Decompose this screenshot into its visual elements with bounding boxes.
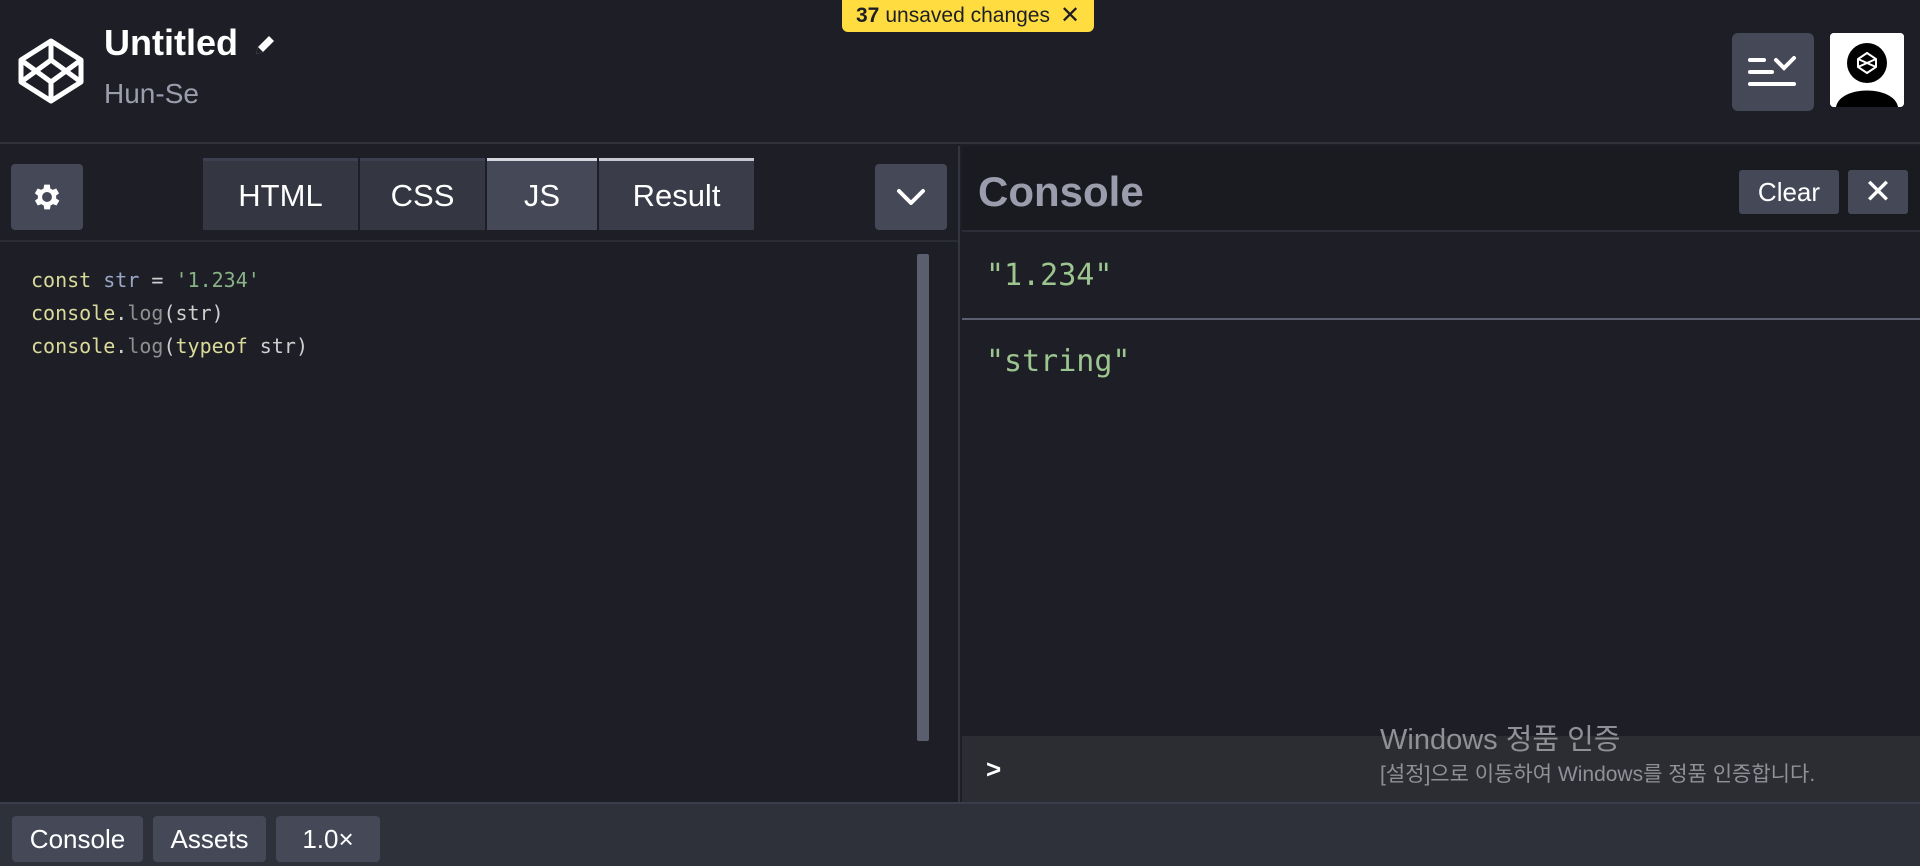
tab-html[interactable]: HTML — [203, 158, 358, 230]
tab-result[interactable]: Result — [599, 158, 754, 230]
console-header: Console Clear ✕ — [962, 146, 1920, 232]
footer-bar: Console Assets 1.0× — [0, 802, 1920, 866]
close-console-button[interactable]: ✕ — [1848, 170, 1908, 214]
code-token: ( — [163, 301, 176, 325]
console-pane: Console Clear ✕ "1.234" "string" > Windo… — [962, 146, 1920, 802]
app-root: Untitled Hun-Se 37 unsaved changes ✕ HTM… — [0, 0, 1920, 866]
close-icon[interactable]: ✕ — [1060, 0, 1080, 32]
code-token: ) — [295, 334, 308, 358]
console-toggle-button[interactable]: Console — [12, 816, 143, 862]
console-prompt: > — [986, 754, 1002, 784]
code-line: console.log(typeof str) — [31, 330, 308, 363]
code-token: typeof — [175, 334, 248, 358]
code-token: = — [139, 268, 176, 292]
code-token: console — [31, 334, 116, 358]
js-editor-pane: HTML CSS JS Result const str = '1.234' co… — [0, 146, 960, 802]
unsaved-label: unsaved changes — [885, 4, 1050, 27]
code-editor[interactable]: const str = '1.234' console.log(str) conso… — [31, 264, 308, 363]
author-name[interactable]: Hun-Se — [104, 78, 199, 110]
pencil-icon[interactable] — [252, 32, 278, 58]
pen-title[interactable]: Untitled — [104, 22, 238, 64]
assets-button[interactable]: Assets — [153, 816, 266, 862]
code-token: log — [127, 334, 164, 358]
clear-console-button[interactable]: Clear — [1739, 170, 1839, 214]
header: Untitled Hun-Se 37 unsaved changes ✕ — [0, 0, 1920, 144]
codepen-logo-icon[interactable] — [16, 36, 86, 106]
layout-icon — [1748, 56, 1796, 86]
editor-scrollbar[interactable] — [917, 254, 929, 741]
console-command-line[interactable]: > Windows 정품 인증 [설정]으로 이동하여 Windows를 정품 … — [962, 724, 1920, 802]
gear-icon — [34, 184, 60, 210]
tab-css[interactable]: CSS — [360, 158, 485, 230]
code-line: const str = '1.234' — [31, 264, 308, 297]
console-log-entry: "string" — [986, 344, 1131, 379]
code-token: ) — [211, 301, 224, 325]
code-token: '1.234' — [175, 268, 260, 292]
unsaved-changes-badge[interactable]: 37 unsaved changes ✕ — [842, 0, 1095, 32]
code-token: str — [247, 334, 296, 358]
layout-button[interactable] — [1732, 33, 1814, 111]
unsaved-count: 37 — [856, 4, 880, 27]
avatar[interactable] — [1830, 33, 1904, 107]
avatar-icon — [1830, 33, 1904, 107]
code-token: . — [115, 301, 128, 325]
code-token: ( — [163, 334, 176, 358]
editor-menu-button[interactable] — [875, 164, 947, 230]
code-token: const — [31, 268, 92, 292]
code-token: log — [127, 301, 164, 325]
code-line: console.log(str) — [31, 297, 308, 330]
windows-activation-title: Windows 정품 인증 — [1380, 724, 1621, 756]
settings-button[interactable] — [11, 164, 83, 230]
code-token: str — [91, 268, 140, 292]
code-token: console — [31, 301, 116, 325]
close-icon: ✕ — [1863, 173, 1893, 211]
code-token: str — [175, 301, 212, 325]
code-token: . — [115, 334, 128, 358]
console-log-entry: "1.234" — [962, 234, 1920, 320]
zoom-button[interactable]: 1.0× — [276, 816, 380, 862]
editor-tabs: HTML CSS JS Result — [203, 158, 754, 230]
windows-activation-subtitle: [설정]으로 이동하여 Windows를 정품 인증합니다. — [1380, 763, 1816, 786]
chevron-down-icon — [897, 189, 925, 205]
console-title: Console — [978, 168, 1144, 215]
tab-js[interactable]: JS — [487, 158, 597, 230]
editor-toolbar: HTML CSS JS Result — [0, 146, 958, 242]
